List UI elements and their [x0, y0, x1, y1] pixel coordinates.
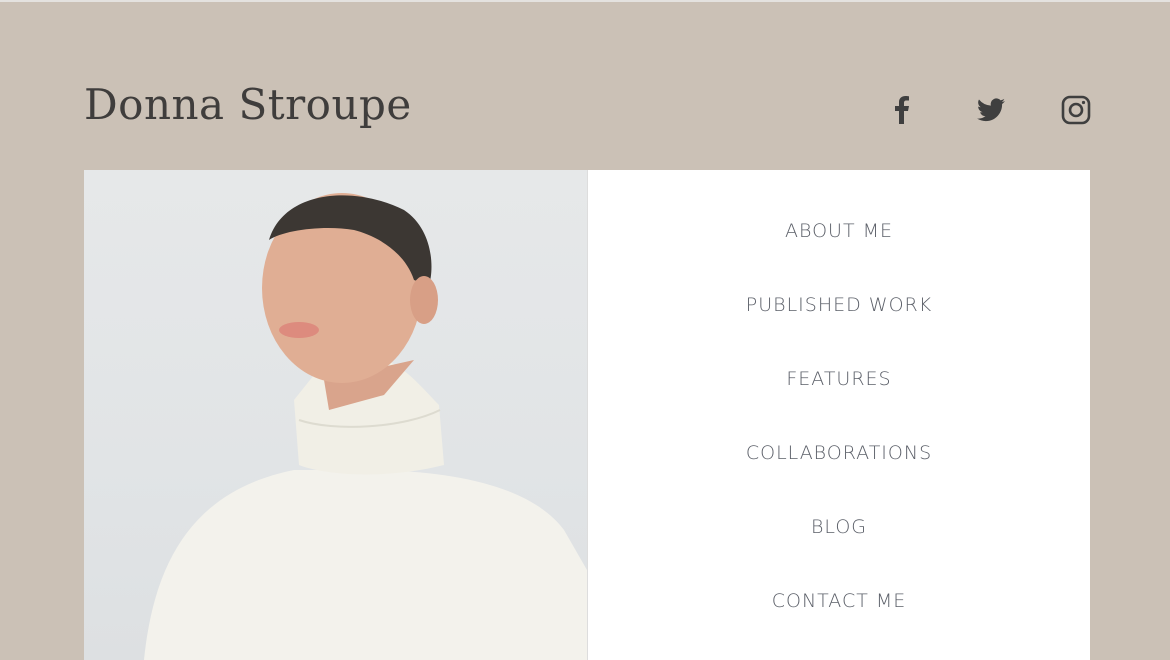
portrait-photo [84, 170, 588, 660]
nav-blog[interactable]: BLOG [811, 512, 867, 586]
instagram-icon [1061, 95, 1091, 125]
instagram-link[interactable] [1060, 94, 1092, 126]
twitter-link[interactable] [975, 94, 1007, 126]
main-nav: ABOUT ME PUBLISHED WORK FEATURES COLLABO… [588, 170, 1090, 660]
facebook-link[interactable] [886, 94, 918, 126]
nav-published-work[interactable]: PUBLISHED WORK [746, 290, 932, 364]
nav-contact-me[interactable]: CONTACT ME [772, 586, 907, 660]
content-card: ABOUT ME PUBLISHED WORK FEATURES COLLABO… [84, 170, 1090, 660]
nav-features[interactable]: FEATURES [786, 364, 891, 438]
nav-collaborations[interactable]: COLLABORATIONS [746, 438, 932, 512]
nav-about-me[interactable]: ABOUT ME [785, 216, 893, 290]
site-title[interactable]: Donna Stroupe [84, 80, 412, 129]
facebook-icon [895, 96, 909, 124]
twitter-icon [977, 98, 1005, 122]
